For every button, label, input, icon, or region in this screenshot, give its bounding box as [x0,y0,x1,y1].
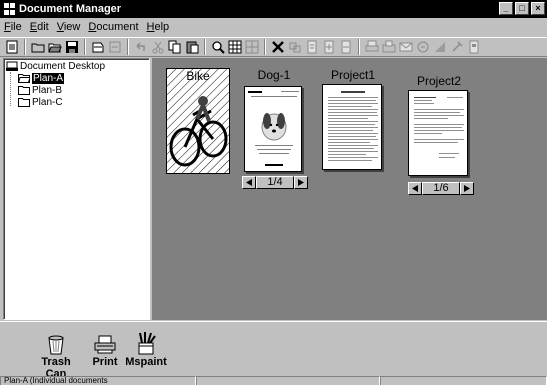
page-navigator: 1/6 [408,182,474,195]
open-folder-icon[interactable] [30,39,46,55]
page-icon[interactable] [304,39,320,55]
menu-edit[interactable]: Edit [30,21,49,33]
link-icon[interactable] [287,39,303,55]
paint-brushes-icon [138,332,156,355]
minimize-button[interactable]: _ [499,2,513,15]
grid-view-icon[interactable] [227,39,243,55]
tray-label: Print [92,356,118,368]
delete-icon[interactable] [270,39,286,55]
document-project1[interactable]: Project1 [320,68,386,170]
stamp-icon[interactable] [432,39,448,55]
document-thumbnail[interactable] [166,68,230,174]
bike-image [167,69,229,173]
folder-icon [18,98,30,107]
document-project2[interactable]: Project2 1/6 [406,74,474,195]
tree-item-label: Plan-C [32,96,63,108]
fax-icon[interactable] [381,39,397,55]
document-title: Dog-1 [257,68,291,82]
toolbar [0,37,547,57]
triangle-right-icon [464,185,470,192]
next-page-button[interactable] [294,176,308,189]
open-folder-icon [18,74,30,83]
tree-item-label: Plan-B [32,84,63,96]
document-dog-1[interactable]: Dog-1 1/4 [242,68,308,189]
document-thumbnail[interactable] [244,86,302,172]
mspaint-button[interactable]: Mspaint [124,331,168,368]
open-icon[interactable] [47,39,63,55]
send-icon[interactable] [107,39,123,55]
trash-can-button[interactable]: Trash Can [30,333,82,380]
undo-icon[interactable] [133,39,149,55]
document-title: Bike [186,69,210,83]
document-icon[interactable] [466,39,482,55]
tree-item-plan-a[interactable]: Plan-A [6,72,147,84]
letter-page-image [414,97,464,158]
folder-icon [18,86,30,95]
close-button[interactable]: × [531,2,545,15]
triangle-right-icon [298,179,304,186]
document-desktop[interactable]: Bike Dog-1 1/4 Project1 Project2 1/6 [152,58,547,320]
window-title: Document Manager [19,3,122,15]
app-icon [4,3,16,15]
ocr-icon[interactable] [415,39,431,55]
menu-file[interactable]: File [4,21,22,33]
triangle-left-icon [412,185,418,192]
dog-flyer-image [248,91,299,166]
properties-icon[interactable] [449,39,465,55]
print-icon[interactable] [364,39,380,55]
status-panel-3 [380,376,547,385]
tree-item-plan-b[interactable]: Plan-B [6,84,147,96]
triangle-left-icon [246,179,252,186]
prev-page-button[interactable] [408,182,422,195]
page-navigator: 1/4 [242,176,308,189]
menu-bar: File Edit View Document Help [0,18,547,36]
page-counter: 1/4 [256,176,294,189]
document-thumbnail[interactable] [322,84,382,170]
folder-tree[interactable]: Document Desktop Plan-A Plan-B Plan-C [3,58,150,320]
tree-root-label: Document Desktop [20,60,106,72]
tray-label: Mspaint [125,356,167,368]
save-icon[interactable] [64,39,80,55]
print-button[interactable]: Print [90,333,120,368]
tree-item-label: Plan-A [32,72,65,84]
status-bar: Plan-A (Individual documents [0,376,547,385]
printer-icon [94,335,116,354]
thumbnail-icon[interactable] [244,39,260,55]
trash-can-icon [48,335,64,355]
text-page-image [328,91,378,161]
next-page-button[interactable] [460,182,474,195]
new-icon[interactable] [4,39,20,55]
scan-icon[interactable] [90,39,106,55]
menu-document[interactable]: Document [88,21,138,33]
page-counter: 1/6 [422,182,460,195]
document-title: Project1 [330,68,376,82]
application-tray: Trash Can Print Mspaint [0,321,547,380]
prev-page-button[interactable] [242,176,256,189]
cut-icon[interactable] [150,39,166,55]
page-insert-icon[interactable] [321,39,337,55]
title-bar: Document Manager _ □ × [0,0,547,18]
page-extract-icon[interactable] [338,39,354,55]
document-title: Project2 [416,74,462,88]
copy-icon[interactable] [167,39,183,55]
paste-icon[interactable] [184,39,200,55]
desktop-icon [6,61,18,71]
menu-help[interactable]: Help [147,21,170,33]
document-thumbnail[interactable] [408,90,468,176]
maximize-button[interactable]: □ [515,2,529,15]
zoom-icon[interactable] [210,39,226,55]
tree-root[interactable]: Document Desktop [6,60,147,72]
menu-view[interactable]: View [57,21,81,33]
status-text: Plan-A (Individual documents [0,376,196,385]
mail-icon[interactable] [398,39,414,55]
tree-item-plan-c[interactable]: Plan-C [6,96,147,108]
status-panel-2 [196,376,380,385]
